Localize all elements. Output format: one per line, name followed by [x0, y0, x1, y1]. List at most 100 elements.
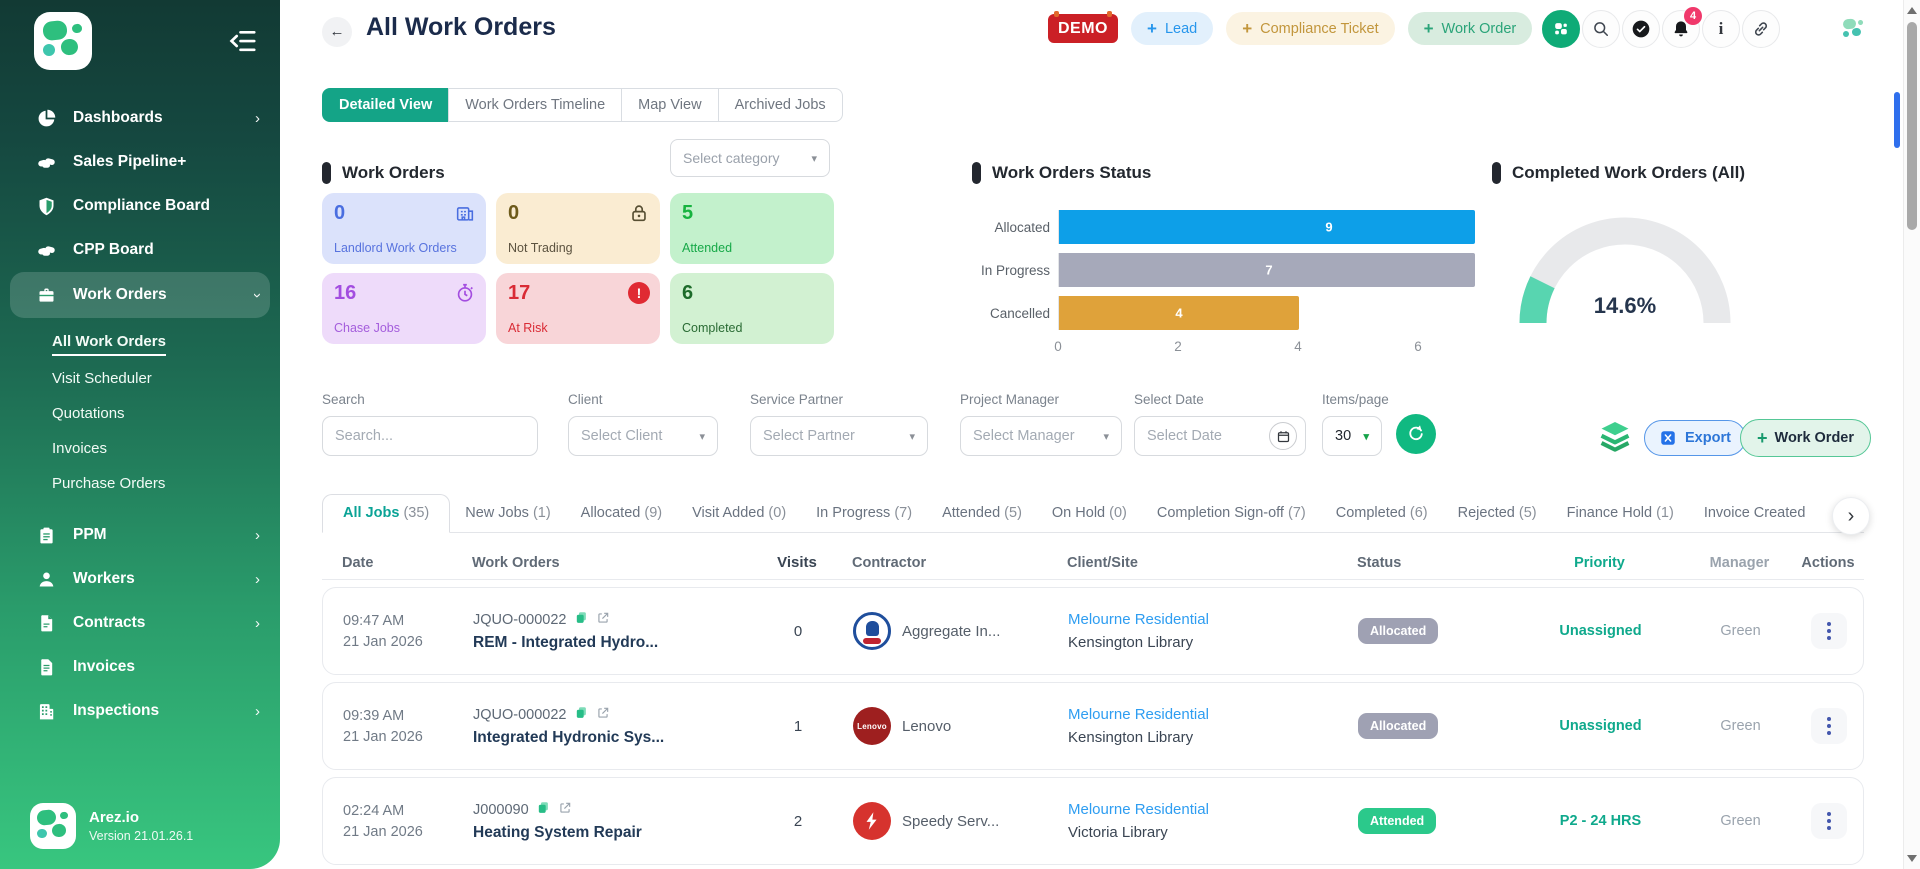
plus-icon: +: [1242, 18, 1253, 38]
layers-icon[interactable]: [1596, 418, 1634, 456]
back-button[interactable]: ←: [322, 17, 352, 47]
sidebar-item-inspections[interactable]: Inspections ›: [0, 689, 280, 733]
priority-cell[interactable]: Unassigned: [1513, 623, 1688, 639]
sidebar-collapse-icon[interactable]: [228, 26, 258, 56]
quick-add-lead-button[interactable]: + Lead: [1131, 12, 1214, 45]
summary-card-not-trading[interactable]: 0 Not Trading: [496, 193, 660, 264]
add-work-order-button[interactable]: + Work Order: [1740, 419, 1872, 457]
card-label: Chase Jobs: [334, 321, 401, 335]
external-link-icon[interactable]: [596, 611, 610, 629]
view-tab-work-orders-timeline[interactable]: Work Orders Timeline: [448, 88, 623, 122]
job-tab-attended[interactable]: Attended (5): [927, 495, 1037, 532]
tabs-scroll-right-button[interactable]: ›: [1832, 497, 1870, 535]
work-order-title[interactable]: Heating System Repair: [473, 824, 763, 842]
client-link[interactable]: Melourne Residential: [1068, 706, 1209, 723]
sidebar-item-cpp-board[interactable]: CPP Board: [0, 228, 280, 272]
sidebar-subitem-all-work-orders[interactable]: All Work Orders: [0, 326, 280, 363]
workspace-icon[interactable]: [1542, 10, 1580, 48]
sidebar-item-contracts[interactable]: Contracts ›: [0, 601, 280, 645]
job-tab-all-jobs[interactable]: All Jobs (35): [322, 494, 451, 533]
client-link[interactable]: Melourne Residential: [1068, 611, 1209, 628]
card-value: 17: [508, 282, 531, 304]
filter-control-items-page[interactable]: 30 ▾: [1322, 416, 1382, 456]
view-tab-archived-jobs[interactable]: Archived Jobs: [717, 88, 843, 122]
client-link[interactable]: Melourne Residential: [1068, 801, 1209, 818]
export-button[interactable]: Export: [1644, 420, 1746, 456]
job-tab-finance-hold[interactable]: Finance Hold (1): [1552, 495, 1689, 532]
gauge-value: 14.6%: [1593, 293, 1657, 318]
work-order-title[interactable]: Integrated Hydronic Sys...: [473, 729, 763, 747]
table-row[interactable]: 09:47 AM 21 Jan 2026 JQUO-000022 REM - Inte…: [322, 587, 1864, 675]
sidebar-item-sales-pipeline-[interactable]: Sales Pipeline+: [0, 140, 280, 184]
app-logo[interactable]: [34, 12, 92, 70]
scroll-down-arrow[interactable]: [1907, 855, 1917, 862]
calendar-icon[interactable]: [1269, 422, 1297, 450]
view-tab-map-view[interactable]: Map View: [621, 88, 719, 122]
sidebar-subitem-quotations[interactable]: Quotations: [0, 398, 280, 433]
card-label: Attended: [682, 241, 733, 255]
filter-control-client[interactable]: Select Client ▾: [568, 416, 718, 456]
sidebar-subitem-invoices[interactable]: Invoices: [0, 433, 280, 468]
notifications-bell-icon[interactable]: 4: [1662, 7, 1702, 48]
job-tab-allocated[interactable]: Allocated (9): [566, 495, 677, 532]
main-content: ← All Work Orders DEMO + Lead + Compliance …: [280, 0, 1902, 869]
priority-cell[interactable]: P2 - 24 HRS: [1513, 813, 1688, 829]
table-row[interactable]: 02:24 AM 21 Jan 2026 J000090 Heating System…: [322, 777, 1864, 865]
sidebar-subitem-visit-scheduler[interactable]: Visit Scheduler: [0, 363, 280, 398]
summary-card-attended[interactable]: 5 Attended: [670, 193, 834, 264]
excel-icon: [1661, 431, 1675, 445]
scroll-thumb[interactable]: [1907, 22, 1917, 230]
scroll-up-arrow[interactable]: [1907, 7, 1917, 14]
row-menu-button[interactable]: [1811, 613, 1847, 649]
category-select[interactable]: Select category ▾: [670, 139, 830, 177]
quick-add-compliance-ticket-button[interactable]: + Compliance Ticket: [1226, 12, 1395, 45]
job-tab-new-jobs[interactable]: New Jobs (1): [450, 495, 565, 532]
job-tab-on-hold[interactable]: On Hold (0): [1037, 495, 1142, 532]
job-tab-visit-added[interactable]: Visit Added (0): [677, 495, 801, 532]
row-menu-button[interactable]: [1811, 708, 1847, 744]
external-link-icon[interactable]: [596, 706, 610, 724]
filter-control-project-manager[interactable]: Select Manager ▾: [960, 416, 1122, 456]
refresh-button[interactable]: [1396, 414, 1436, 454]
copy-icon[interactable]: [574, 705, 589, 724]
copy-icon[interactable]: [536, 800, 551, 819]
external-link-icon[interactable]: [558, 801, 572, 819]
chart-row-allocated: Allocated 9: [972, 210, 1475, 244]
row-menu-button[interactable]: [1811, 803, 1847, 839]
sidebar-item-workers[interactable]: Workers ›: [0, 557, 280, 601]
link-icon[interactable]: [1742, 10, 1780, 48]
sidebar-subitem-purchase-orders[interactable]: Purchase Orders: [0, 468, 280, 503]
sidebar-item-work-orders[interactable]: Work Orders ›: [10, 272, 270, 318]
job-tab-completed[interactable]: Completed (6): [1321, 495, 1443, 532]
shield-icon: [36, 196, 57, 217]
summary-card-at-risk[interactable]: 17! At Risk: [496, 273, 660, 344]
priority-cell[interactable]: Unassigned: [1513, 718, 1688, 734]
info-icon[interactable]: i: [1702, 10, 1740, 48]
filter-control-select-date[interactable]: Select Date: [1134, 416, 1306, 456]
job-tab-completion-sign-off[interactable]: Completion Sign-off (7): [1142, 495, 1321, 532]
filter-control-service-partner[interactable]: Select Partner ▾: [750, 416, 928, 456]
filter-control-search[interactable]: [322, 416, 538, 456]
copy-icon[interactable]: [574, 610, 589, 629]
scrollbar[interactable]: [1903, 0, 1920, 869]
job-tab-in-progress[interactable]: In Progress (7): [801, 495, 927, 532]
search-input[interactable]: [335, 428, 525, 444]
summary-card-completed[interactable]: 6 Completed: [670, 273, 834, 344]
view-tab-detailed-view[interactable]: Detailed View: [322, 88, 450, 122]
check-circle-icon[interactable]: [1622, 10, 1660, 48]
job-tab-rejected[interactable]: Rejected (5): [1443, 495, 1552, 532]
quick-add-work-order-button[interactable]: + Work Order: [1407, 12, 1533, 45]
search-icon[interactable]: [1582, 10, 1620, 48]
sidebar-item-compliance-board[interactable]: Compliance Board: [0, 184, 280, 228]
sidebar-item-invoices[interactable]: Invoices: [0, 645, 280, 689]
work-order-title[interactable]: REM - Integrated Hydro...: [473, 634, 763, 652]
column-header-status: Status: [1357, 554, 1402, 571]
status-bar-chart: Allocated 9 In Progress 7 Cancelled 4 0 2 4 6: [972, 210, 1475, 359]
sidebar-item-dashboards[interactable]: Dashboards ›: [0, 96, 280, 140]
sidebar-item-ppm[interactable]: PPM ›: [0, 513, 280, 557]
job-tab-invoice-created[interactable]: Invoice Created: [1689, 495, 1821, 532]
summary-card-chase-jobs[interactable]: 16 Chase Jobs: [322, 273, 486, 344]
summary-card-landlord-work-orders[interactable]: 0 Landlord Work Orders: [322, 193, 486, 264]
table-row[interactable]: 09:39 AM 21 Jan 2026 JQUO-000022 Integrated…: [322, 682, 1864, 770]
notification-count-badge: 4: [1684, 7, 1702, 25]
